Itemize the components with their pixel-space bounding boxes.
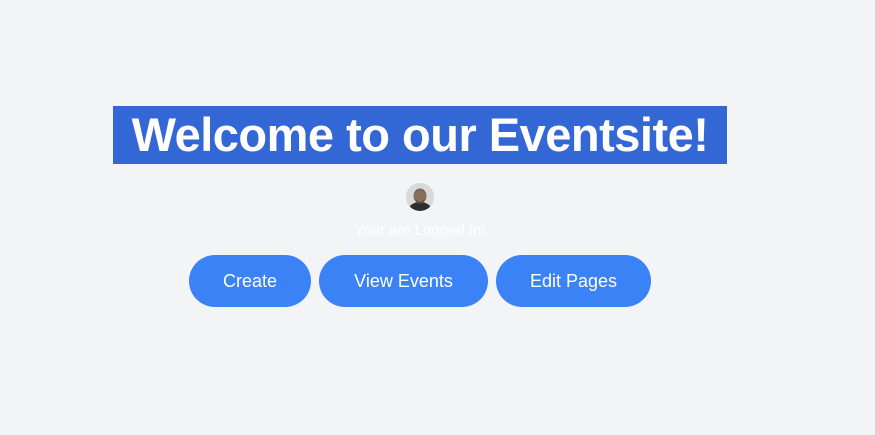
page-title: Welcome to our Eventsite! bbox=[113, 106, 727, 164]
view-events-button[interactable]: View Events bbox=[319, 255, 488, 307]
create-button[interactable]: Create bbox=[189, 255, 311, 307]
edit-pages-button[interactable]: Edit Pages bbox=[496, 255, 651, 307]
login-status-text: Your are Logged In! bbox=[354, 222, 486, 239]
user-avatar-icon bbox=[406, 183, 434, 211]
